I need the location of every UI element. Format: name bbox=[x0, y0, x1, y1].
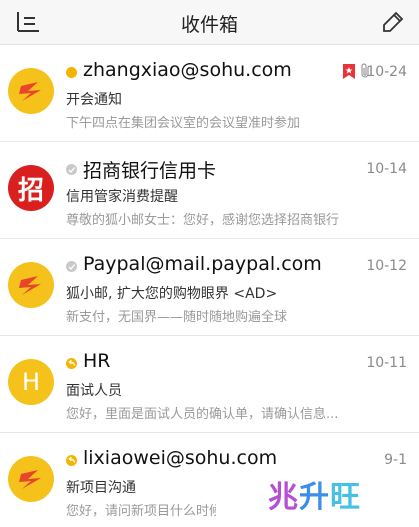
mail-date: 10-11 bbox=[366, 355, 407, 371]
page-title: 收件箱 bbox=[180, 14, 238, 36]
mail-preview: 您好，请问新项目什么时候 bbox=[66, 504, 216, 519]
avatar: H bbox=[8, 359, 54, 405]
mail-subject: 面试人员 bbox=[66, 383, 122, 399]
compose-icon[interactable] bbox=[381, 10, 405, 34]
sender-name: lixiaowei@sohu.com bbox=[83, 447, 278, 469]
mail-list-item[interactable]: zhangxiao@sohu.com 10-24 开会通知 下午四点在集团会议室… bbox=[0, 45, 419, 142]
replied-icon bbox=[66, 358, 77, 369]
avatar bbox=[8, 68, 54, 114]
mail-date: 10-14 bbox=[366, 161, 407, 177]
top-bar: 收件箱 bbox=[0, 0, 419, 45]
mail-preview: 下午四点在集团会议室的会议望准时参加 bbox=[66, 116, 301, 131]
sender-name: HR bbox=[83, 350, 111, 372]
sender-name: 招商银行信用卡 bbox=[83, 160, 217, 182]
mail-subject: 开会通知 bbox=[66, 92, 122, 108]
mail-preview: 尊敬的狐小邮女士：您好，感谢您选择招商银行 bbox=[66, 213, 340, 228]
sohu-logo-icon bbox=[19, 470, 41, 489]
read-dot-icon bbox=[66, 164, 77, 175]
mail-list-item[interactable]: H HR 10-11 面试人员 您好，里面是面试人员的确认单，请确认信息... bbox=[0, 336, 419, 433]
sohu-logo-icon bbox=[19, 276, 41, 295]
flag-icon bbox=[343, 64, 355, 79]
mail-date: 10-12 bbox=[366, 258, 407, 274]
mail-date: 9-1 bbox=[384, 452, 407, 468]
sender-name: Paypal@mail.paypal.com bbox=[83, 253, 322, 275]
watermark-char: 旺 bbox=[330, 480, 361, 515]
unread-dot-icon bbox=[66, 67, 77, 78]
mail-subject: 新项目沟通 bbox=[66, 480, 136, 496]
watermark: 兆升旺 bbox=[268, 472, 361, 516]
replied-icon bbox=[66, 455, 77, 466]
sohu-logo-icon bbox=[19, 82, 41, 101]
mail-preview: 新支付，无国界——随时随地购遍全球 bbox=[66, 310, 288, 325]
watermark-char: 兆 bbox=[268, 480, 299, 515]
avatar bbox=[8, 262, 54, 308]
mail-list-item[interactable]: Paypal@mail.paypal.com 10-12 狐小邮, 扩大您的购物… bbox=[0, 239, 419, 336]
mail-subject: 狐小邮, 扩大您的购物眼界 <AD> bbox=[66, 286, 278, 302]
mail-list-item[interactable]: 招 招商银行信用卡 10-14 信用管家消费提醒 尊敬的狐小邮女士：您好，感谢您… bbox=[0, 142, 419, 239]
mail-preview: 您好，里面是面试人员的确认单，请确认信息... bbox=[66, 407, 339, 422]
watermark-char: 升 bbox=[299, 480, 330, 515]
sender-name: zhangxiao@sohu.com bbox=[83, 59, 292, 81]
avatar bbox=[8, 456, 54, 502]
read-dot-icon bbox=[66, 261, 77, 272]
mail-date: 10-24 bbox=[366, 64, 407, 80]
avatar: 招 bbox=[8, 165, 54, 211]
mail-subject: 信用管家消费提醒 bbox=[66, 189, 178, 205]
